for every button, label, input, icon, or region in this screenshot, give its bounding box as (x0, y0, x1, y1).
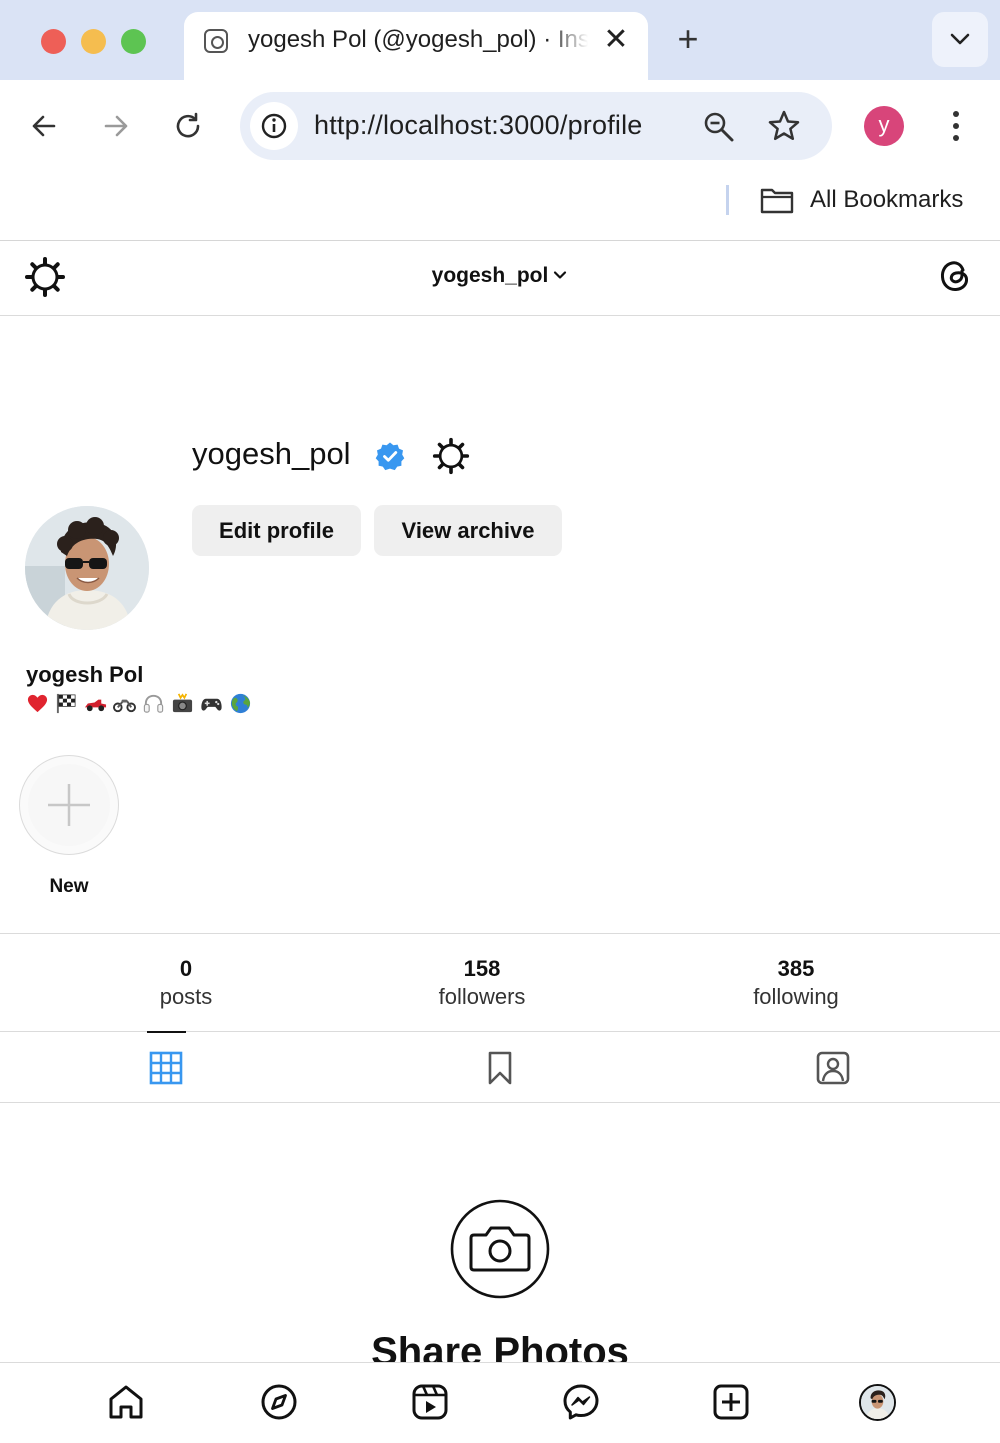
race-car-emoji-icon (84, 699, 107, 712)
threads-icon[interactable] (936, 256, 974, 296)
profile-avatar-image (861, 1386, 894, 1419)
saved-bookmark-icon[interactable] (482, 1050, 518, 1086)
followers-label: followers (438, 984, 526, 1009)
following-stat[interactable]: 385 following (726, 956, 866, 1010)
bottom-navigation (0, 1362, 1000, 1443)
posts-stat[interactable]: 0 posts (136, 956, 236, 1010)
profile-photo-image (25, 506, 149, 630)
chevron-down-icon (554, 271, 567, 279)
close-window-button[interactable] (41, 29, 66, 54)
zoom-icon[interactable] (702, 110, 736, 144)
browser-tab-bar: yogesh Pol (@yogesh_pol) · Instagram ✕ + (0, 0, 1000, 82)
camera-icon (450, 1199, 550, 1299)
messenger-icon[interactable] (562, 1383, 600, 1421)
back-arrow-icon[interactable] (24, 106, 64, 146)
profile-stats: 0 posts 158 followers 385 following (0, 933, 1000, 1032)
profile-username: yogesh_pol (192, 436, 351, 471)
profile-avatar-nav[interactable] (859, 1384, 896, 1421)
posts-label: posts (159, 984, 213, 1009)
site-info-button[interactable] (250, 102, 298, 150)
tab-search-button[interactable] (932, 12, 988, 67)
verified-badge-icon (375, 442, 405, 471)
followers-count: 158 (463, 956, 501, 981)
game-controller-emoji-icon (201, 698, 222, 711)
account-switcher[interactable]: yogesh_pol (0, 264, 1000, 288)
folder-icon[interactable] (760, 186, 794, 214)
new-highlight-button[interactable] (19, 755, 119, 855)
following-label: following (753, 984, 839, 1009)
view-archive-button[interactable]: View archive (374, 505, 562, 556)
bookmarks-bar: All Bookmarks (0, 170, 1000, 241)
following-count: 385 (777, 956, 815, 981)
profile-bio (26, 692, 252, 718)
motorcycle-emoji-icon (113, 699, 136, 713)
highlight-inner-circle (28, 764, 110, 846)
tab-title: yogesh Pol (@yogesh_pol) · Instagram (248, 26, 588, 53)
chevron-down-icon (950, 33, 970, 45)
ig-top-header: yogesh_pol (0, 242, 1000, 316)
globe-emoji-icon (230, 693, 251, 714)
followers-stat[interactable]: 158 followers (412, 956, 552, 1010)
home-icon[interactable] (107, 1383, 145, 1421)
forward-arrow-icon[interactable] (96, 106, 136, 146)
profile-content-tabs (0, 1031, 1000, 1103)
explore-compass-icon[interactable] (260, 1383, 298, 1421)
checkered-flag-emoji-icon (56, 693, 76, 714)
new-highlight-label: New (49, 876, 89, 897)
posts-count: 0 (179, 956, 193, 981)
all-bookmarks-link[interactable]: All Bookmarks (810, 186, 963, 214)
maximize-window-button[interactable] (121, 29, 146, 54)
reels-icon[interactable] (411, 1383, 449, 1421)
browser-tab-active[interactable]: yogesh Pol (@yogesh_pol) · Instagram ✕ (184, 12, 648, 82)
address-bar[interactable]: http://localhost:3000/profile (240, 92, 832, 160)
edit-profile-button[interactable]: Edit profile (192, 505, 361, 556)
tagged-user-icon[interactable] (815, 1050, 851, 1086)
active-tab-indicator (147, 1031, 186, 1033)
browser-toolbar: http://localhost:3000/profile (0, 80, 1000, 170)
more-menu-icon[interactable] (940, 108, 972, 144)
options-gear-icon[interactable] (432, 436, 470, 476)
reload-icon[interactable] (168, 106, 208, 146)
camera-flash-emoji-icon (172, 693, 193, 713)
bookmarks-separator (726, 185, 729, 215)
header-username: yogesh_pol (431, 264, 549, 287)
plus-icon (48, 784, 90, 826)
browser-profile-avatar[interactable]: y (864, 106, 904, 146)
grid-icon[interactable] (148, 1050, 184, 1086)
minimize-window-button[interactable] (81, 29, 106, 54)
headphones-emoji-icon (143, 694, 164, 713)
url-text[interactable]: http://localhost:3000/profile (314, 110, 684, 141)
create-post-icon[interactable] (712, 1383, 750, 1421)
heart-emoji-icon (27, 694, 48, 713)
profile-full-name: yogesh Pol (26, 662, 144, 687)
profile-picture[interactable] (25, 506, 149, 630)
close-tab-button[interactable]: ✕ (602, 25, 630, 55)
bookmark-star-icon[interactable] (766, 108, 802, 144)
new-tab-button[interactable]: + (672, 21, 704, 57)
instagram-favicon-icon (204, 29, 228, 53)
info-icon (261, 113, 287, 139)
